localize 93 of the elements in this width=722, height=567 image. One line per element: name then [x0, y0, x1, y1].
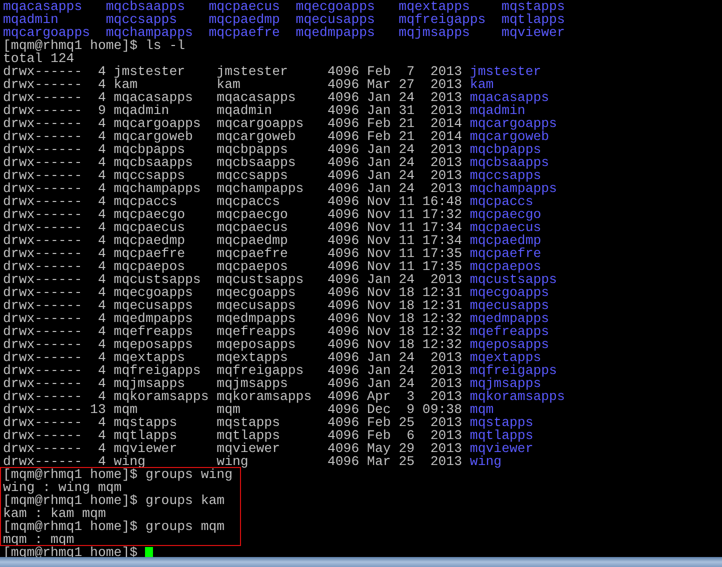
directory-name: mqkoramsapps — [470, 390, 565, 403]
file-details: drwx------ 4 mqchampapps mqchampapps 4096 Jan 24 2013 — [3, 182, 463, 195]
directory-name: mqecusapps — [296, 13, 376, 26]
file-details: drwx------ 4 mqcpaepos mqcpaepos 4096 Nov 11 17:35 — [3, 260, 463, 273]
command-output: mqm : mqm — [3, 533, 74, 546]
file-details: drwx------ 4 mqkoramsapps mqkoramsapps 4096 Apr 3 2013 — [3, 390, 463, 403]
directory-name: mqcargoapps — [3, 26, 91, 39]
directory-name: mqcpaecus — [208, 0, 281, 13]
directory-name: mqfreigapps — [398, 13, 487, 26]
command-output: kam : kam mqm — [3, 507, 106, 520]
directory-name: mqjmsapps — [470, 377, 542, 390]
file-details: drwx------ 4 mqcargoweb mqcargoweb 4096 Feb 21 2014 — [3, 130, 463, 143]
file-details: drwx------ 4 mqcbpapps mqcbpapps 4096 Jan 24 2013 — [3, 143, 463, 156]
shell-prompt: [mqm@rhmq1 home]$ — [3, 520, 138, 533]
file-details: drwx------ 4 mqeposapps mqeposapps 4096 Nov 18 12:32 — [3, 338, 463, 351]
directory-name: mqccsapps — [106, 13, 178, 26]
file-details: drwx------ 4 mqedmpapps mqedmpapps 4096 Nov 18 12:32 — [3, 312, 463, 325]
directory-name: mqecgoapps — [470, 286, 550, 299]
directory-name: mqcpaefre — [208, 26, 281, 39]
directory-name: mqecusapps — [470, 299, 550, 312]
directory-name: mqcpaedmp — [208, 13, 281, 26]
file-details: drwx------ 4 mqcpaccs mqcpaccs 4096 Nov 11 16:48 — [3, 195, 463, 208]
file-details: drwx------ 4 mqcargoapps mqcargoapps 4096 Feb 21 2014 — [3, 117, 463, 130]
directory-name: mqviewer — [502, 26, 566, 39]
directory-name: mqtlapps — [470, 429, 534, 442]
command-text: ls -l — [145, 39, 186, 52]
directory-name: mqeposapps — [470, 338, 550, 351]
directory-name: mqchampapps — [106, 26, 194, 39]
file-details: drwx------ 4 mqcbsaapps mqcbsaapps 4096 Jan 24 2013 — [3, 156, 463, 169]
directory-name: mqacasapps — [470, 91, 550, 104]
command-text: groups wing — [144, 468, 233, 481]
file-details: drwx------ 4 mqecgoapps mqecgoapps 4096 Nov 18 12:31 — [3, 286, 463, 299]
shell-prompt: [mqm@rhmq1 home]$ — [3, 468, 138, 481]
command-output: total 124 — [3, 52, 74, 65]
directory-name: mqextapps — [470, 351, 542, 364]
directory-name: mqcustsapps — [470, 273, 557, 286]
file-details: drwx------ 4 mqextapps mqextapps 4096 Jan 24 2013 — [3, 351, 463, 364]
directory-name: mqadmin — [3, 13, 58, 26]
file-details: drwx------ 4 mqcustsapps mqcustsapps 4096 Jan 24 2013 — [3, 273, 463, 286]
directory-name: mqcpaccs — [470, 195, 534, 208]
shell-prompt: [mqm@rhmq1 home]$ — [3, 546, 138, 559]
directory-name: mqedmpapps — [296, 26, 376, 39]
directory-name: mqadmin — [470, 104, 526, 117]
directory-name: mqjmsapps — [398, 26, 470, 39]
directory-name: mqacasapps — [3, 0, 84, 13]
command-text: groups mqm — [144, 520, 225, 533]
directory-name: mqccsapps — [470, 169, 542, 182]
directory-name: mqcbpapps — [470, 143, 542, 156]
file-details: drwx------ 4 mqcpaecgo mqcpaecgo 4096 Nov 11 17:32 — [3, 208, 463, 221]
directory-name: mqextapps — [398, 0, 470, 13]
file-details: drwx------ 4 mqcpaedmp mqcpaedmp 4096 Nov 11 17:34 — [3, 234, 463, 247]
file-details: drwx------ 4 mqtlapps mqtlapps 4096 Feb 6 2013 — [3, 429, 463, 442]
file-details: drwx------ 4 jmstester jmstester 4096 Feb 7 2013 — [3, 65, 463, 78]
directory-name: mqfreigapps — [470, 364, 557, 377]
shell-prompt: [mqm@rhmq1 home]$ — [3, 494, 138, 507]
directory-name: mqcpaefre — [470, 247, 542, 260]
directory-name: mqefreapps — [470, 325, 550, 338]
file-details: drwx------ 4 mqviewer mqviewer 4096 May 29 2013 — [3, 442, 463, 455]
file-details: drwx------ 4 mqfreigapps mqfreigapps 4096 Jan 24 2013 — [3, 364, 463, 377]
shell-prompt: [mqm@rhmq1 home]$ — [3, 39, 138, 52]
directory-name: mqecgoapps — [296, 0, 376, 13]
file-details: drwx------ 4 mqccsapps mqccsapps 4096 Jan 24 2013 — [3, 169, 463, 182]
directory-name: mqviewer — [470, 442, 534, 455]
directory-name: mqcpaecgo — [470, 208, 542, 221]
directory-name: mqstapps — [470, 416, 534, 429]
file-details: drwx------ 13 mqm mqm 4096 Dec 9 09:38 — [3, 403, 463, 416]
directory-name: mqcargoapps — [470, 117, 557, 130]
directory-name: kam — [470, 78, 494, 91]
directory-name: mqedmpapps — [470, 312, 550, 325]
file-details: drwx------ 4 mqcpaecus mqcpaecus 4096 Nov 11 17:34 — [3, 221, 463, 234]
command-text: groups kam — [144, 494, 225, 507]
directory-name: mqcbsaapps — [470, 156, 550, 169]
directory-name: mqcargoweb — [470, 130, 550, 143]
file-details: drwx------ 4 mqefreapps mqefreapps 4096 Nov 18 12:32 — [3, 325, 463, 338]
directory-name: mqtlapps — [502, 13, 566, 26]
file-details: drwx------ 9 mqadmin mqadmin 4096 Jan 31 2013 — [3, 104, 463, 117]
file-details: drwx------ 4 mqjmsapps mqjmsapps 4096 Jan 24 2013 — [3, 377, 463, 390]
file-details: drwx------ 4 mqacasapps mqacasapps 4096 Jan 24 2013 — [3, 91, 463, 104]
directory-name: mqm — [470, 403, 494, 416]
file-details: drwx------ 4 mqcpaefre mqcpaefre 4096 Nov 11 17:35 — [3, 247, 463, 260]
directory-name: mqcpaecus — [470, 221, 542, 234]
directory-name: jmstester — [470, 65, 542, 78]
directory-name: mqcpaepos — [470, 260, 542, 273]
directory-name: mqcbsaapps — [106, 0, 186, 13]
file-details: drwx------ 4 wing wing 4096 Mar 25 2013 — [3, 455, 463, 468]
directory-name: wing — [470, 455, 502, 468]
file-details: drwx------ 4 mqecusapps mqecusapps 4096 Nov 18 12:31 — [3, 299, 463, 312]
directory-name: mqchampapps — [470, 182, 557, 195]
directory-name: mqcpaedmp — [470, 234, 542, 247]
file-details: drwx------ 4 mqstapps mqstapps 4096 Feb 25 2013 — [3, 416, 463, 429]
file-details: drwx------ 4 kam kam 4096 Mar 27 2013 — [3, 78, 463, 91]
command-output: wing : wing mqm — [3, 481, 122, 494]
directory-name: mqstapps — [502, 0, 566, 13]
